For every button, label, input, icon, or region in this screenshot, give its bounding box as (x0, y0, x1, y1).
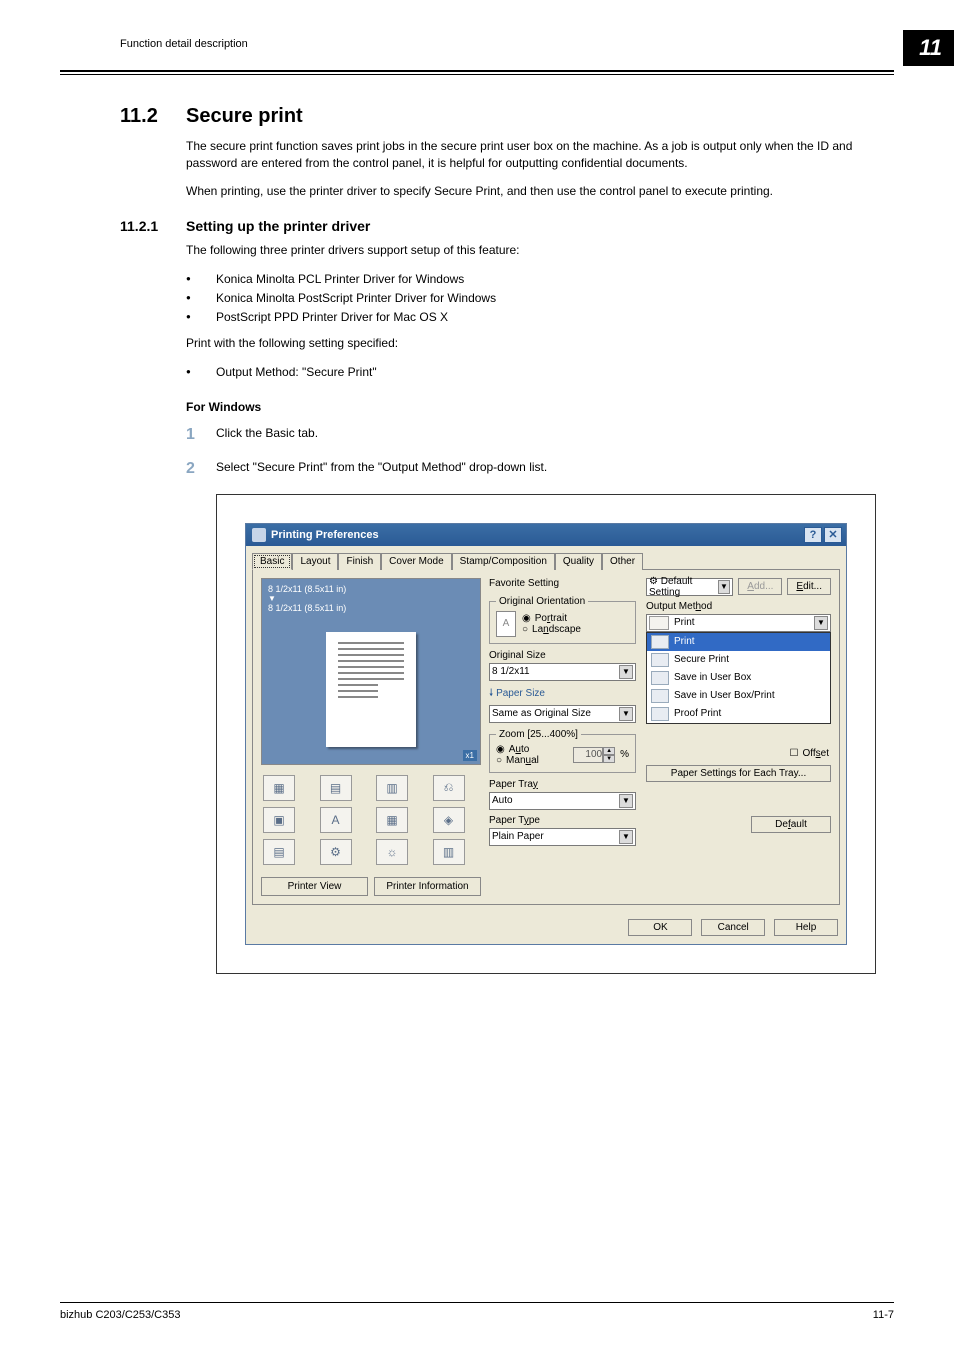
opt-icon[interactable]: ▥ (433, 839, 465, 865)
orientation-legend: Original Orientation (496, 596, 588, 607)
opt-icon[interactable]: ▦ (263, 775, 295, 801)
zoom-unit: % (620, 749, 629, 760)
favorite-setting-label: Favorite Setting (489, 578, 559, 589)
step-1: 1 Click the Basic tab. (186, 426, 894, 444)
paper-settings-each-tray-button[interactable]: Paper Settings for Each Tray... (646, 765, 831, 782)
opt-icon[interactable]: ☼ (376, 839, 408, 865)
opt-icon[interactable]: ◈ (433, 807, 465, 833)
footer-model: bizhub C203/C253/C353 (60, 1309, 180, 1321)
help-button[interactable]: Help (774, 919, 838, 936)
section-para: When printing, use the printer driver to… (186, 183, 894, 200)
zoom-spinner[interactable]: ▲▼ (573, 747, 617, 763)
opt-icon[interactable]: ▦ (376, 807, 408, 833)
opt-icon[interactable]: ⎌ (433, 775, 465, 801)
driver-list: Konica Minolta PCL Printer Driver for Wi… (186, 270, 894, 328)
copies-badge: x1 (463, 750, 477, 761)
paper-size-label: 🠗 Paper Size (489, 686, 636, 703)
dialog-titlebar[interactable]: Printing Preferences ? ✕ (246, 524, 846, 546)
tab-other[interactable]: Other (602, 553, 643, 570)
breadcrumb: Function detail description (60, 30, 248, 50)
original-size-select[interactable]: 8 1/2x11▼ (489, 663, 636, 681)
portrait-radio[interactable]: ◉ Portrait (522, 613, 581, 624)
page-preview: x1 (261, 615, 481, 765)
dialog-footer: OK Cancel Help (246, 911, 846, 944)
orientation-group: Original Orientation A ◉ Portrait ○ Land… (489, 596, 636, 644)
ok-button[interactable]: OK (628, 919, 692, 936)
step-2: 2 Select "Secure Print" from the "Output… (186, 460, 894, 478)
output-option-proof-print[interactable]: Proof Print (647, 705, 830, 723)
preview-option-icons: ▦ ▤ ▥ ⎌ ▣ A ▦ ◈ ▤ ⚙ ☼ ▥ (261, 771, 481, 869)
favorite-add-button[interactable]: Add... (738, 578, 782, 595)
preview-size-labels: 8 1/2x11 (8.5x11 in) ▼ 8 1/2x11 (8.5x11 … (261, 578, 481, 615)
for-windows-heading: For Windows (186, 400, 894, 414)
help-button[interactable]: ? (804, 527, 822, 543)
dialog-title: Printing Preferences (271, 529, 379, 541)
print-with-text: Print with the following setting specifi… (186, 335, 894, 352)
tab-bar: Basic Layout Finish Cover Mode Stamp/Com… (246, 546, 846, 569)
output-option-save-userbox-print[interactable]: Save in User Box/Print (647, 687, 830, 705)
cancel-button[interactable]: Cancel (701, 919, 765, 936)
printer-information-button[interactable]: Printer Information (374, 877, 481, 896)
section-heading: 11.2Secure print (120, 105, 894, 128)
output-method-select[interactable]: Print ▼ (646, 614, 831, 632)
zoom-auto-radio[interactable]: ◉ Auto (496, 744, 539, 755)
subsection-heading: 11.2.1Setting up the printer driver (186, 218, 894, 234)
offset-checkbox[interactable]: ☐ (790, 748, 799, 759)
printer-view-button[interactable]: Printer View (261, 877, 368, 896)
opt-icon[interactable]: ▣ (263, 807, 295, 833)
tab-basic[interactable]: Basic (252, 553, 292, 570)
paper-tray-select[interactable]: Auto▼ (489, 792, 636, 810)
zoom-legend: Zoom [25...400%] (496, 729, 581, 740)
landscape-radio[interactable]: ○ Landscape (522, 624, 581, 635)
tab-quality[interactable]: Quality (555, 553, 602, 570)
chapter-number: 11 (903, 30, 954, 66)
favorite-edit-button[interactable]: Edit... (787, 578, 831, 595)
paper-size-select[interactable]: Same as Original Size▼ (489, 705, 636, 723)
tab-cover-mode[interactable]: Cover Mode (381, 553, 451, 570)
opt-icon[interactable]: ⚙ (320, 839, 352, 865)
output-method-label: Output Method (646, 601, 831, 612)
section-para: The secure print function saves print jo… (186, 138, 894, 173)
settings-list: Output Method: "Secure Print" (186, 363, 894, 382)
tab-finish[interactable]: Finish (338, 553, 381, 570)
opt-icon[interactable]: ▤ (320, 775, 352, 801)
paper-type-label: Paper Type (489, 815, 636, 826)
footer-page: 11-7 (873, 1309, 894, 1321)
orientation-icon: A (496, 611, 516, 637)
output-method-dropdown[interactable]: Print Secure Print Save in User Box Save… (646, 632, 831, 724)
default-button[interactable]: Default (751, 816, 831, 833)
printing-preferences-dialog: Printing Preferences ? ✕ Basic Layout Fi… (245, 523, 847, 945)
tab-stamp-composition[interactable]: Stamp/Composition (452, 553, 555, 570)
close-button[interactable]: ✕ (824, 527, 842, 543)
output-option-save-userbox[interactable]: Save in User Box (647, 669, 830, 687)
tab-layout[interactable]: Layout (292, 553, 338, 570)
offset-label: Offset (803, 748, 830, 759)
favorite-setting-select[interactable]: ⚙ Default Setting▼ (646, 578, 733, 596)
zoom-manual-radio[interactable]: ○ Manual (496, 755, 539, 766)
screenshot-container: Printing Preferences ? ✕ Basic Layout Fi… (216, 494, 876, 974)
output-option-print[interactable]: Print (647, 633, 830, 651)
paper-type-select[interactable]: Plain Paper▼ (489, 828, 636, 846)
opt-icon[interactable]: ▤ (263, 839, 295, 865)
opt-icon[interactable]: A (320, 807, 352, 833)
app-icon (252, 528, 266, 542)
subsection-intro: The following three printer drivers supp… (186, 242, 894, 259)
paper-tray-label: Paper Tray (489, 779, 636, 790)
opt-icon[interactable]: ▥ (376, 775, 408, 801)
output-option-secure-print[interactable]: Secure Print (647, 651, 830, 669)
original-size-label: Original Size (489, 650, 636, 661)
zoom-group: Zoom [25...400%] ◉ Auto ○ Manual (489, 729, 636, 773)
